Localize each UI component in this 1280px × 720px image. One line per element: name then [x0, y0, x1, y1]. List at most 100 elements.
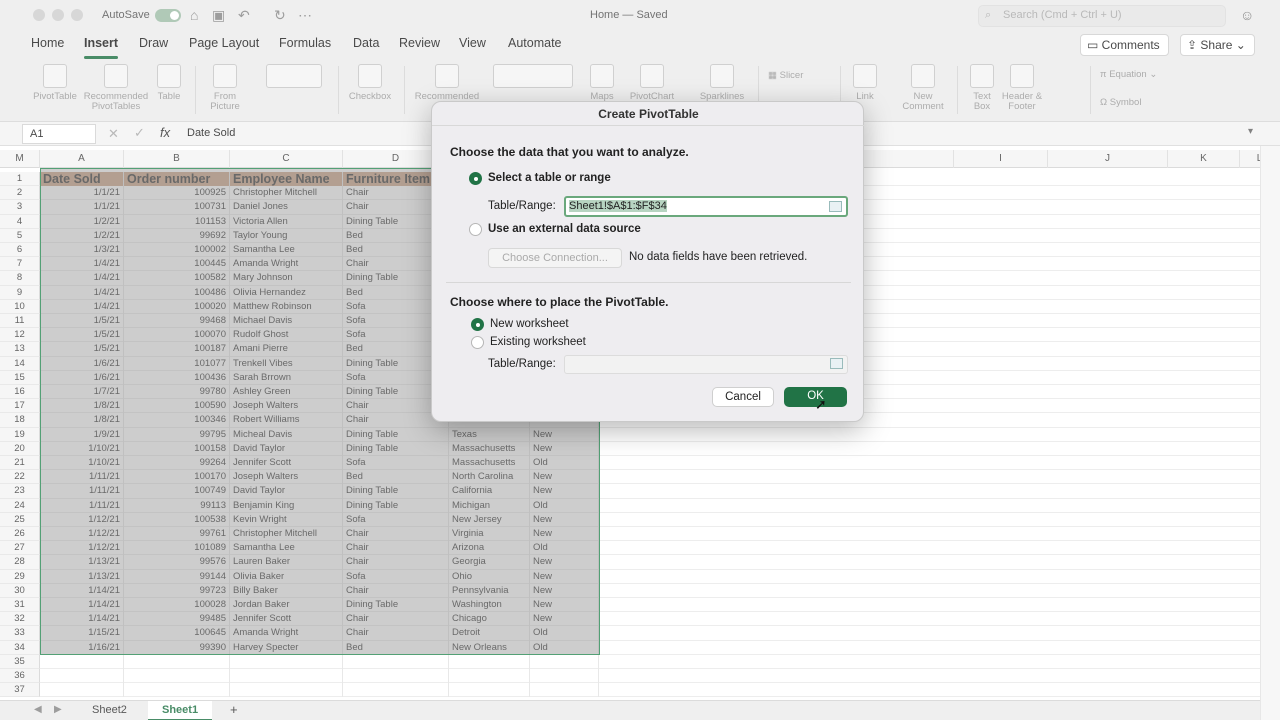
cell[interactable] [343, 683, 449, 698]
cell[interactable]: Sarah Brrown [230, 370, 343, 385]
row-header[interactable]: 20 [0, 441, 40, 456]
name-box[interactable]: A1 [22, 124, 96, 144]
cell[interactable]: Dining Table [343, 441, 449, 456]
cell[interactable]: 100749 [124, 484, 230, 499]
cell[interactable]: 100486 [124, 285, 230, 300]
cell[interactable]: Victoria Allen [230, 214, 343, 229]
cell[interactable]: 99144 [124, 569, 230, 584]
cell[interactable]: 100020 [124, 299, 230, 314]
cell[interactable]: New [530, 569, 599, 584]
cell[interactable]: Michigan [449, 498, 530, 513]
row-header[interactable]: 22 [0, 470, 40, 485]
zoom-window-icon[interactable] [71, 9, 83, 21]
cell[interactable] [124, 669, 230, 684]
cell[interactable]: Texas [449, 427, 530, 442]
cell[interactable]: New [530, 612, 599, 627]
cell[interactable]: Sofa [343, 569, 449, 584]
link-button[interactable]: Link [848, 64, 882, 102]
cell[interactable]: 100002 [124, 243, 230, 258]
row-header[interactable]: 3 [0, 200, 40, 215]
insert-function-icon[interactable]: fx [160, 125, 170, 140]
row-header[interactable]: 30 [0, 583, 40, 598]
cell[interactable]: 99113 [124, 498, 230, 513]
cell[interactable]: New [530, 441, 599, 456]
cell[interactable] [343, 669, 449, 684]
cell[interactable]: Micheal Davis [230, 427, 343, 442]
cell[interactable]: Dining Table [343, 484, 449, 499]
cell[interactable]: 1/14/21 [40, 598, 124, 613]
cell[interactable]: Chair [343, 527, 449, 542]
row-header[interactable]: 7 [0, 257, 40, 272]
cell[interactable]: 1/2/21 [40, 228, 124, 243]
charts-group[interactable] [487, 64, 579, 92]
cell[interactable]: New [530, 484, 599, 499]
row-header[interactable]: 4 [0, 214, 40, 229]
cell[interactable]: Jennifer Scott [230, 456, 343, 471]
checkbox-button[interactable]: Checkbox [345, 64, 395, 102]
cell[interactable]: Matthew Robinson [230, 299, 343, 314]
cell[interactable]: New [530, 512, 599, 527]
redo-icon[interactable]: ↻ [274, 7, 286, 24]
cell[interactable] [124, 683, 230, 698]
cell[interactable]: New [530, 527, 599, 542]
cell[interactable]: Amani Pierre [230, 342, 343, 357]
cell[interactable]: 101089 [124, 541, 230, 556]
column-header[interactable]: J [1048, 150, 1168, 168]
cell[interactable]: 99780 [124, 385, 230, 400]
cell[interactable]: 100925 [124, 186, 230, 201]
tab-draw[interactable]: Draw [139, 36, 168, 50]
cell[interactable]: 1/1/21 [40, 200, 124, 215]
cell[interactable]: Chair [343, 626, 449, 641]
row-header[interactable]: 36 [0, 669, 40, 684]
row-header[interactable]: 17 [0, 399, 40, 414]
equation-button[interactable]: π Equation ⌄ [1100, 69, 1157, 80]
cell[interactable]: Chair [343, 555, 449, 570]
cell[interactable]: Amanda Wright [230, 257, 343, 272]
row-header[interactable]: 31 [0, 598, 40, 613]
cell[interactable]: 100590 [124, 399, 230, 414]
cell[interactable]: Order number [124, 172, 230, 187]
cell[interactable] [230, 669, 343, 684]
cell[interactable]: 100187 [124, 342, 230, 357]
row-header[interactable]: 14 [0, 356, 40, 371]
column-header[interactable]: C [230, 150, 343, 168]
cell[interactable]: Washington [449, 598, 530, 613]
new-comment-button[interactable]: New Comment [898, 64, 948, 112]
cell[interactable]: Chicago [449, 612, 530, 627]
row-header[interactable]: 13 [0, 342, 40, 357]
cell[interactable]: Amanda Wright [230, 626, 343, 641]
next-sheet-icon[interactable]: ▶ [54, 704, 62, 715]
cell[interactable]: Daniel Jones [230, 200, 343, 215]
cell[interactable]: Bed [343, 470, 449, 485]
tab-page-layout[interactable]: Page Layout [189, 36, 259, 50]
cell[interactable]: Ashley Green [230, 385, 343, 400]
cell[interactable]: David Taylor [230, 441, 343, 456]
cell[interactable]: New Jersey [449, 512, 530, 527]
pivotchart-button[interactable]: PivotChart [624, 64, 680, 102]
cell[interactable]: 1/4/21 [40, 299, 124, 314]
cell[interactable] [530, 683, 599, 698]
radio-external-source[interactable] [469, 223, 482, 236]
account-icon[interactable]: ☺ [1240, 7, 1254, 23]
cell[interactable]: Joseph Walters [230, 399, 343, 414]
minimize-window-icon[interactable] [52, 9, 64, 21]
tab-view[interactable]: View [459, 36, 486, 50]
cell[interactable]: 1/4/21 [40, 271, 124, 286]
tab-review[interactable]: Review [399, 36, 440, 50]
cell[interactable]: 1/1/21 [40, 186, 124, 201]
row-header[interactable]: 32 [0, 612, 40, 627]
cell[interactable] [530, 669, 599, 684]
cell[interactable]: Massachusetts [449, 456, 530, 471]
cell[interactable]: 101077 [124, 356, 230, 371]
cell[interactable]: 1/10/21 [40, 456, 124, 471]
tab-home[interactable]: Home [31, 36, 64, 50]
cell[interactable]: 99264 [124, 456, 230, 471]
cell[interactable] [343, 654, 449, 669]
cell[interactable]: Date Sold [40, 172, 124, 187]
cell[interactable]: Samantha Lee [230, 541, 343, 556]
cell[interactable]: Kevin Wright [230, 512, 343, 527]
cell[interactable]: Christopher Mitchell [230, 527, 343, 542]
row-header[interactable]: 27 [0, 541, 40, 556]
destination-range-input[interactable] [564, 355, 848, 374]
cell[interactable]: 1/12/21 [40, 527, 124, 542]
